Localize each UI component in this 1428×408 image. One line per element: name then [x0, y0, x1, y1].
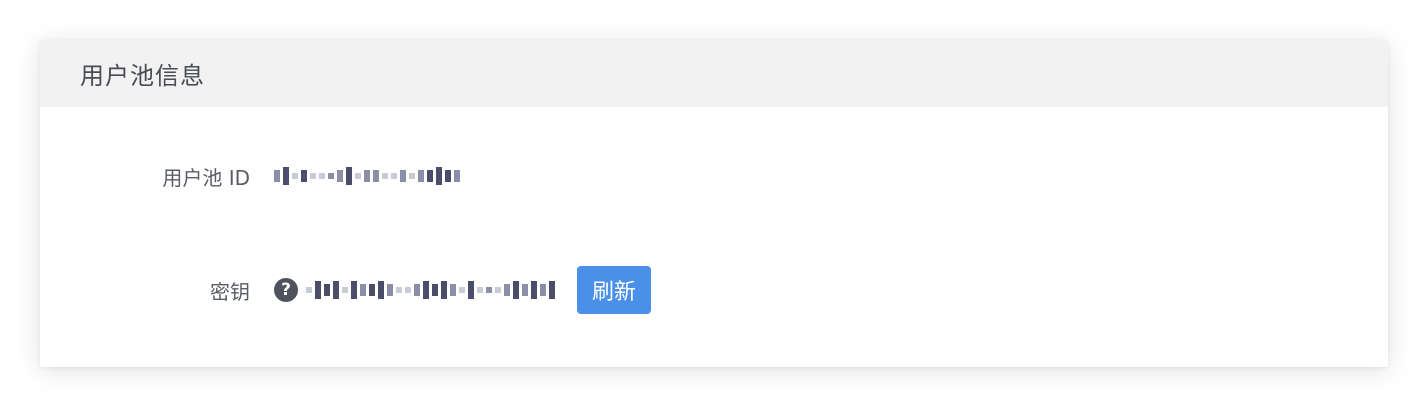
secret-value-area: ? 刷新 [274, 266, 652, 314]
pool-id-value-redacted [274, 166, 460, 186]
pool-id-row: 用户池 ID [40, 156, 460, 196]
pool-id-value-area [274, 166, 460, 186]
user-pool-info-card: 用户池信息 用户池 ID 密钥 ? 刷新 [40, 40, 1388, 367]
question-circle-icon[interactable]: ? [274, 278, 298, 302]
secret-value-redacted [306, 280, 555, 300]
secret-label: 密钥 [210, 279, 250, 304]
card-title: 用户池信息 [80, 62, 205, 90]
card-header: 用户池信息 [40, 40, 1388, 107]
refresh-button[interactable]: 刷新 [577, 266, 652, 314]
pool-id-label: 用户池 ID [162, 165, 250, 190]
secret-row: 密钥 ? 刷新 [40, 266, 652, 314]
